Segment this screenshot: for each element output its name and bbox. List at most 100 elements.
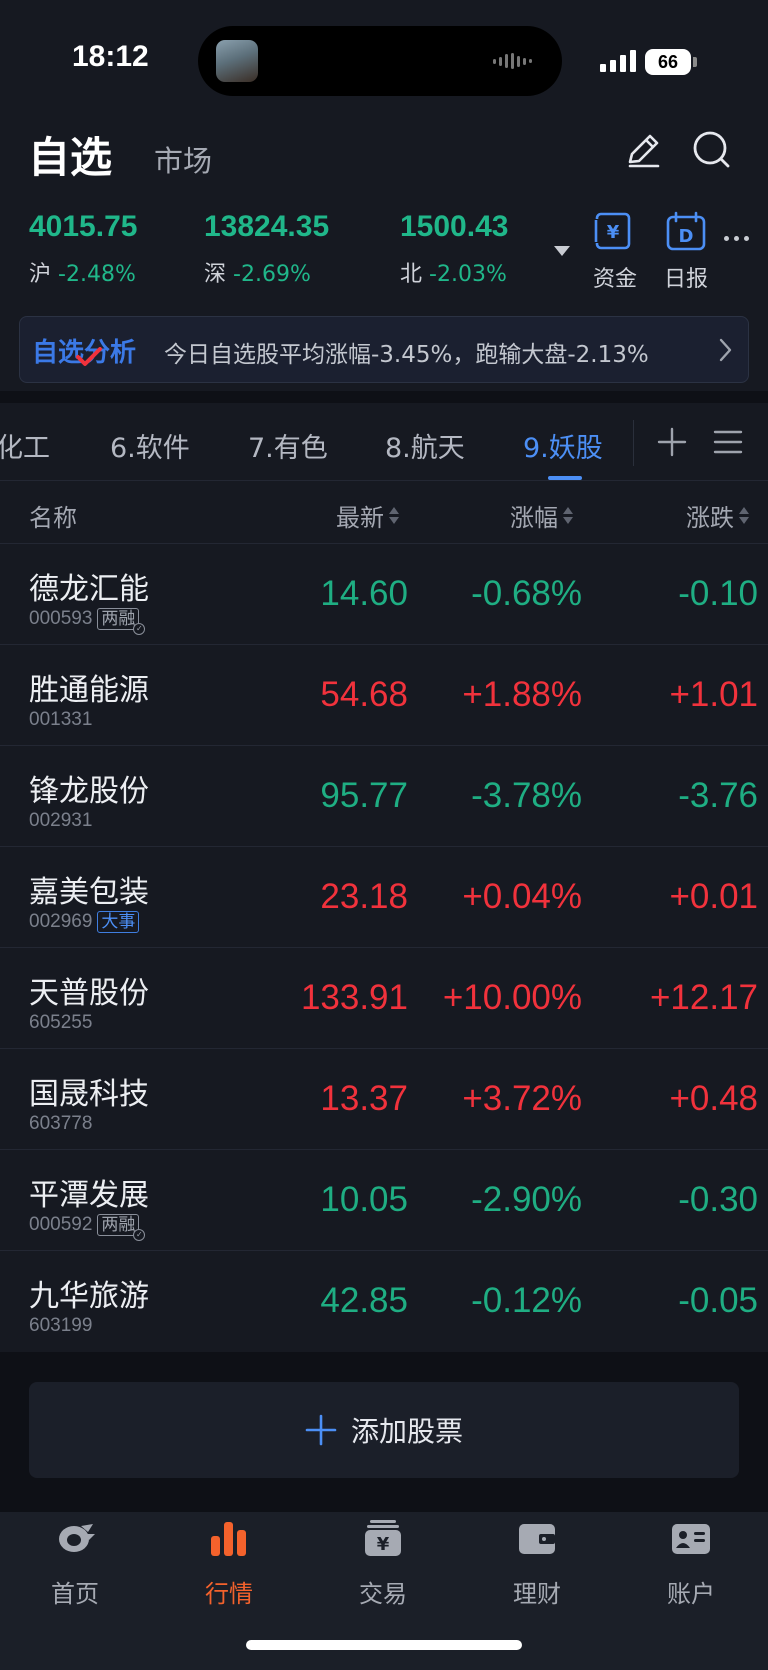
funds-button[interactable]: ¥ 资金: [585, 210, 645, 293]
group-tab-monster[interactable]: 9.妖股: [523, 426, 603, 465]
market-chart-icon: [211, 1522, 246, 1556]
stock-pct: -0.12%: [471, 1281, 582, 1320]
index-name: 深: [204, 262, 227, 287]
status-time: 18:12: [72, 40, 149, 73]
stock-price: 13.37: [320, 1079, 408, 1118]
battery-icon: 66: [645, 49, 691, 75]
stock-name: 九华旅游: [29, 1279, 149, 1314]
index-change: -2.48%: [58, 262, 136, 287]
index-sz[interactable]: 13824.35 深 -2.69%: [204, 210, 329, 288]
stock-price: 23.18: [320, 877, 408, 916]
stock-code: 000592: [29, 1214, 93, 1235]
stock-code: 002931: [29, 810, 93, 831]
cellular-signal-icon: [600, 50, 636, 72]
stock-price: 14.60: [320, 574, 408, 613]
add-stock-label: 添加股票: [350, 1415, 463, 1448]
more-dots-icon[interactable]: [724, 236, 749, 241]
margin-tag: 两融 ✓: [97, 1214, 146, 1241]
account-card-icon: [672, 1524, 710, 1554]
add-group-plus-icon[interactable]: [656, 426, 688, 458]
sort-icon: [388, 505, 400, 527]
analysis-text: 今日自选股平均涨幅-3.45%，跑输大盘-2.13%: [164, 342, 649, 368]
stock-row[interactable]: 国晟科技 603778 13.37 +3.72% +0.48: [0, 1049, 768, 1150]
stock-row[interactable]: 平潭发展 000592 两融 ✓ 10.05 -2.90% -0.30: [0, 1150, 768, 1251]
stock-pct: -2.90%: [471, 1180, 582, 1219]
sort-icon: [738, 505, 750, 527]
search-icon[interactable]: [690, 128, 734, 172]
svg-text:¥: ¥: [607, 222, 620, 243]
svg-text:¥: ¥: [377, 1534, 390, 1555]
stock-name: 国晟科技: [29, 1077, 149, 1112]
margin-tag: 两融 ✓: [97, 608, 146, 635]
nav-label: 首页: [51, 1580, 99, 1608]
stock-row[interactable]: 九华旅游 603199 42.85 -0.12% -0.05: [0, 1251, 768, 1352]
stock-price: 133.91: [300, 978, 408, 1017]
home-icon: [59, 1524, 95, 1552]
sort-icon: [562, 505, 574, 527]
stock-name: 嘉美包装: [29, 875, 149, 910]
stock-name: 胜通能源: [29, 673, 149, 708]
stock-pct: +0.04%: [462, 877, 582, 916]
stock-pct: +10.00%: [442, 978, 582, 1017]
event-tag[interactable]: 大事: [97, 911, 140, 933]
stock-price: 95.77: [320, 776, 408, 815]
stock-name: 锋龙股份: [29, 774, 149, 809]
group-menu-icon[interactable]: [712, 428, 744, 456]
stock-code: 603778: [29, 1113, 93, 1134]
trade-icon: ¥: [365, 1520, 401, 1556]
column-header-name: 名称: [29, 504, 77, 532]
check-mark-icon: [76, 347, 102, 366]
edit-pencil-icon[interactable]: [622, 128, 666, 172]
stock-name: 天普股份: [29, 976, 149, 1011]
home-indicator[interactable]: [246, 1640, 522, 1650]
stock-row[interactable]: 德龙汇能 000593 两融 ✓ 14.60 -0.68% -0.10: [0, 544, 768, 645]
stock-change: -0.30: [678, 1180, 758, 1219]
index-value: 1500.43: [400, 210, 509, 243]
stock-pct: -3.78%: [471, 776, 582, 815]
nav-label: 理财: [513, 1580, 561, 1608]
group-tab-software[interactable]: 6.软件: [110, 426, 190, 465]
index-sh[interactable]: 4015.75 沪 -2.48%: [29, 210, 137, 288]
add-stock-button[interactable]: 添加股票: [29, 1382, 739, 1478]
stock-change: -0.05: [678, 1281, 758, 1320]
group-tab-chemical[interactable]: 化工: [0, 426, 50, 465]
daily-report-button[interactable]: D 日报: [656, 210, 716, 293]
daily-report-label: 日报: [663, 267, 708, 292]
audio-wave-icon: [493, 53, 532, 69]
tab-market[interactable]: 市场: [154, 138, 212, 180]
tabs-separator: [0, 480, 768, 481]
page-title[interactable]: 自选: [28, 124, 112, 185]
stock-pct: +1.88%: [462, 675, 582, 714]
indices-expand-arrow-icon[interactable]: [554, 246, 570, 256]
watchlist-analysis-banner[interactable]: 自选分析 今日自选股平均涨幅-3.45%，跑输大盘-2.13%: [19, 316, 749, 383]
check-badge-icon: ✓: [133, 623, 146, 635]
index-bj[interactable]: 1500.43 北 -2.03%: [400, 210, 508, 288]
stock-row[interactable]: 锋龙股份 002931 95.77 -3.78% -3.76: [0, 746, 768, 847]
nav-label: 行情: [205, 1580, 253, 1608]
stock-change: -3.76: [678, 776, 758, 815]
stock-row[interactable]: 嘉美包装 002969 大事 23.18 +0.04% +0.01: [0, 847, 768, 948]
index-name: 北: [400, 262, 423, 287]
tab-divider: [633, 420, 634, 466]
section-divider: [0, 391, 768, 403]
column-header-latest[interactable]: 最新: [336, 498, 400, 533]
plus-icon: [305, 1414, 337, 1446]
column-header-change[interactable]: 涨跌: [686, 498, 750, 533]
stock-change: +0.48: [669, 1079, 758, 1118]
group-tab-nonferrous[interactable]: 7.有色: [248, 426, 328, 465]
index-name: 沪: [29, 262, 52, 287]
nav-label: 交易: [359, 1580, 407, 1608]
stock-change: +12.17: [649, 978, 758, 1017]
stock-code: 002969: [29, 911, 93, 932]
column-header-pct[interactable]: 涨幅: [510, 498, 574, 533]
stock-price: 54.68: [320, 675, 408, 714]
index-change: -2.03%: [429, 262, 507, 287]
stock-code: 000593: [29, 608, 93, 629]
stock-code: 605255: [29, 1012, 93, 1033]
stock-row[interactable]: 胜通能源 001331 54.68 +1.88% +1.01: [0, 645, 768, 746]
stock-name: 平潭发展: [29, 1178, 149, 1213]
group-tab-aerospace[interactable]: 8.航天: [385, 426, 465, 465]
stock-price: 42.85: [320, 1281, 408, 1320]
stock-row[interactable]: 天普股份 605255 133.91 +10.00% +12.17: [0, 948, 768, 1049]
funds-label: 资金: [592, 267, 637, 292]
